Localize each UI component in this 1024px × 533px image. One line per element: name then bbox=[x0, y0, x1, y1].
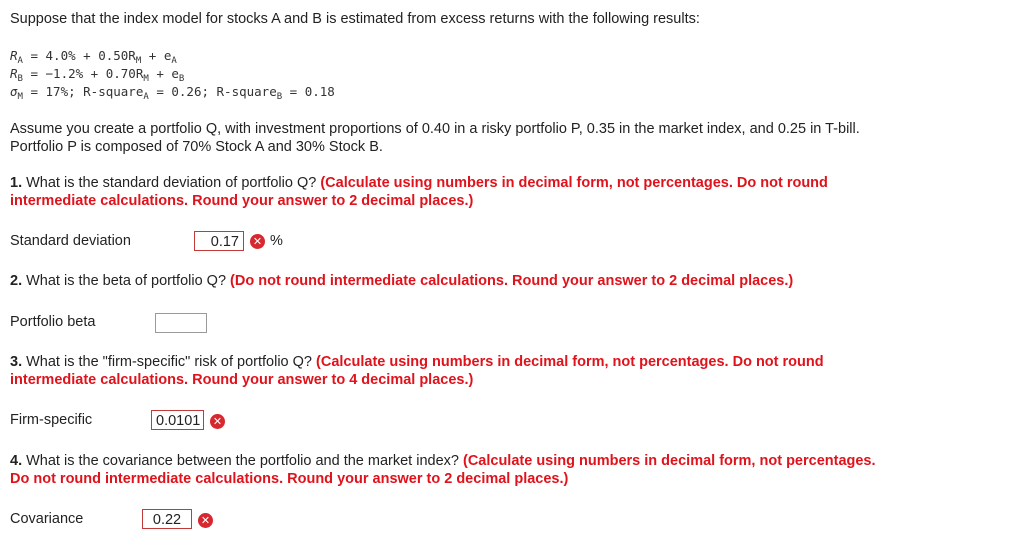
portfolio-beta-input[interactable] bbox=[155, 313, 207, 333]
question-1-instruction: (Calculate using numbers in decimal form… bbox=[320, 175, 828, 191]
question-3: 3. What is the "firm-specific" risk of p… bbox=[10, 354, 824, 370]
firm-specific-input[interactable]: 0.0101 bbox=[151, 410, 204, 430]
equation-sigma-m: σM = 17%; R-squareA = 0.26; R-squareB = … bbox=[10, 84, 335, 102]
intro-text: Suppose that the index model for stocks … bbox=[10, 11, 700, 27]
question-1: 1. What is the standard deviation of por… bbox=[10, 175, 828, 191]
question-4: 4. What is the covariance between the po… bbox=[10, 453, 876, 469]
standard-deviation-label: Standard deviation bbox=[10, 233, 131, 249]
question-3-instruction: (Calculate using numbers in decimal form… bbox=[316, 354, 824, 370]
assumption-line-2: Portfolio P is composed of 70% Stock A a… bbox=[10, 139, 383, 155]
question-4-instruction-cont: Do not round intermediate calculations. … bbox=[10, 471, 569, 487]
x-circle-icon: ✕ bbox=[210, 414, 225, 429]
firm-specific-label: Firm-specific bbox=[10, 412, 93, 428]
x-circle-icon: ✕ bbox=[198, 513, 213, 528]
equation-ra: RA = 4.0% + 0.50RM + eA bbox=[10, 48, 177, 66]
question-2-instruction: (Do not round intermediate calculations.… bbox=[230, 273, 794, 289]
equation-rb: RB = −1.2% + 0.70RM + eB bbox=[10, 66, 185, 84]
question-3-instruction-cont: intermediate calculations. Round your an… bbox=[10, 372, 474, 388]
percent-unit: % bbox=[270, 233, 283, 249]
standard-deviation-input[interactable]: 0.17 bbox=[194, 231, 244, 251]
question-2: 2. What is the beta of portfolio Q? (Do … bbox=[10, 273, 794, 289]
portfolio-beta-label: Portfolio beta bbox=[10, 314, 96, 330]
assumption-line-1: Assume you create a portfolio Q, with in… bbox=[10, 121, 860, 137]
covariance-label: Covariance bbox=[10, 511, 84, 527]
covariance-input[interactable]: 0.22 bbox=[142, 509, 192, 529]
x-circle-icon: ✕ bbox=[250, 234, 265, 249]
question-1-instruction-cont: intermediate calculations. Round your an… bbox=[10, 193, 474, 209]
question-4-instruction: (Calculate using numbers in decimal form… bbox=[462, 453, 876, 469]
